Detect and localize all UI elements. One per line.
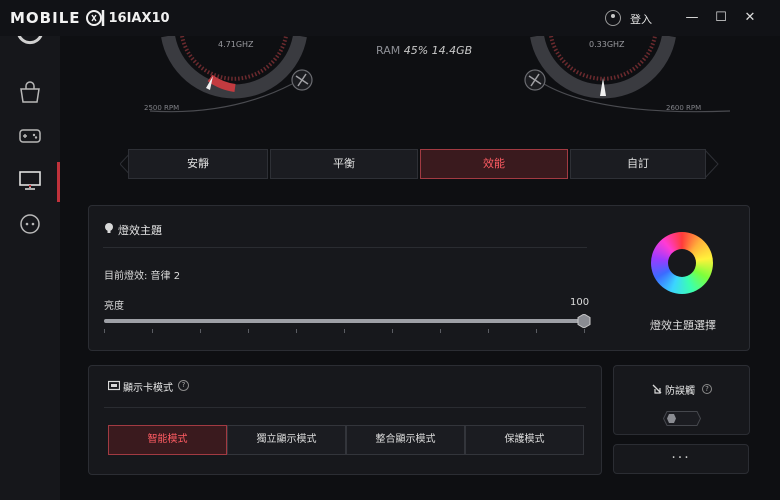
- ram-readout: RAM 45% 14.4GB: [376, 44, 472, 57]
- left-fan-rpm: 2500 RPM: [144, 104, 180, 112]
- brightness-tick: [248, 329, 249, 333]
- brand-01-logo: [85, 10, 104, 26]
- robot-icon[interactable]: [16, 212, 44, 236]
- brand: MOBILE 16IAX10: [10, 7, 170, 29]
- brightness-tick: [440, 329, 441, 333]
- touch-guard-toggle[interactable]: [663, 411, 701, 426]
- gpu-divider: [104, 407, 586, 408]
- gpu-protection-mode-button[interactable]: 保護模式: [465, 425, 584, 455]
- gamepad-icon[interactable]: [16, 124, 44, 148]
- brightness-tick: [488, 329, 489, 333]
- brightness-tick: [344, 329, 345, 333]
- current-lighting-effect: 目前燈效: 音律 2: [104, 271, 181, 282]
- lighting-theme-color-wheel[interactable]: [651, 232, 713, 294]
- brightness-tick: [200, 329, 201, 333]
- brightness-slider-thumb[interactable]: [577, 314, 591, 328]
- close-button[interactable]: ✕: [741, 9, 759, 27]
- right-gauge-frequency: 0.33GHZ: [589, 40, 625, 49]
- more-options-button[interactable]: ···: [613, 444, 749, 474]
- gpu-smart-mode-button[interactable]: 智能模式: [108, 425, 227, 455]
- brightness-label: 亮度: [104, 301, 124, 312]
- store-icon[interactable]: [16, 80, 44, 104]
- brightness-slider-fill: [104, 319, 584, 323]
- brightness-slider[interactable]: [104, 319, 584, 323]
- gpu-icon: [108, 380, 120, 391]
- brightness-tick: [536, 329, 537, 333]
- ram-label: RAM: [376, 44, 401, 57]
- mode-custom-button[interactable]: 自訂: [570, 149, 706, 179]
- mode-performance-button[interactable]: 效能: [420, 149, 568, 179]
- brightness-tick: [296, 329, 297, 333]
- login-link[interactable]: 登入: [630, 11, 652, 27]
- gpu-help-icon[interactable]: ?: [178, 380, 189, 391]
- performance-mode-selector: 安靜 平衡 效能 自訂: [120, 149, 720, 179]
- lighting-theme-select[interactable]: 燈效主題選擇: [650, 317, 716, 333]
- sidebar-active-indicator: [57, 162, 60, 202]
- titlebar: MOBILE 16IAX10 登入 — ☐ ✕: [0, 0, 780, 36]
- brightness-tick: [152, 329, 153, 333]
- touch-guard-icon: [652, 384, 662, 394]
- brightness-tick: [104, 329, 105, 333]
- lighting-title: 燈效主題: [118, 224, 162, 237]
- brightness-tick: [584, 329, 585, 333]
- bulb-icon: [105, 223, 113, 233]
- touch-guard-title: 防誤觸: [665, 386, 695, 397]
- ram-value: 45% 14.4GB: [403, 44, 473, 57]
- mode-quiet-button[interactable]: 安靜: [128, 149, 268, 179]
- model-name: 16IAX10: [108, 10, 170, 26]
- brightness-tick: [392, 329, 393, 333]
- brightness-value: 100: [570, 297, 590, 308]
- gpu-mode-title: 顯示卡模式: [123, 383, 173, 394]
- monitor-icon[interactable]: [16, 168, 44, 192]
- mode-balanced-button[interactable]: 平衡: [270, 149, 418, 179]
- gpu-discrete-mode-button[interactable]: 獨立顯示模式: [227, 425, 346, 455]
- left-gauge-frequency: 4.71GHZ: [218, 40, 254, 49]
- brand-text: MOBILE: [10, 9, 81, 27]
- lighting-divider: [103, 247, 587, 248]
- gpu-integrated-mode-button[interactable]: 整合顯示模式: [346, 425, 465, 455]
- minimize-button[interactable]: —: [683, 9, 701, 27]
- right-fan-rpm: 2600 RPM: [666, 104, 702, 112]
- sidebar: [0, 0, 60, 500]
- user-icon[interactable]: [605, 10, 621, 26]
- maximize-button[interactable]: ☐: [712, 9, 730, 27]
- touch-guard-help-icon[interactable]: ?: [702, 384, 712, 394]
